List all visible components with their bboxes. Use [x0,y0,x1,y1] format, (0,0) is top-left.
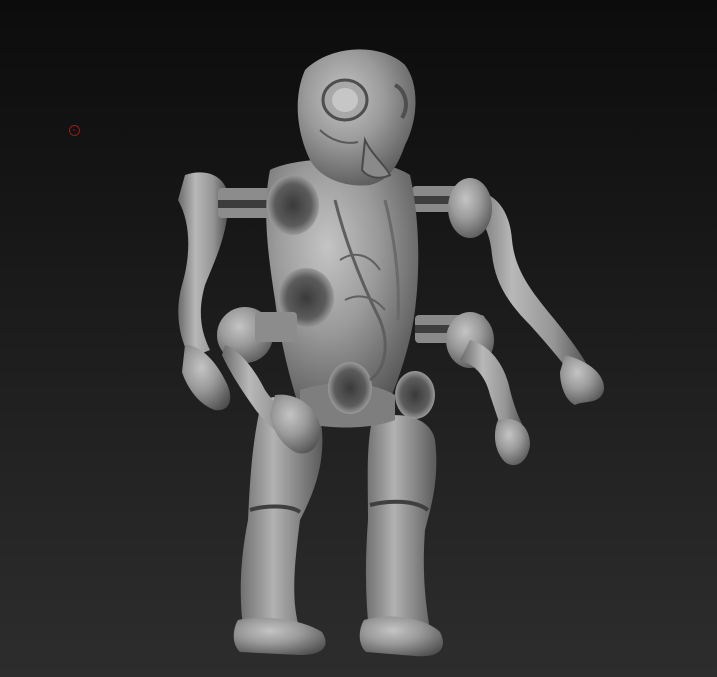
sculpt-viewport[interactable] [0,0,717,677]
sculpted-figure-model[interactable] [0,0,717,677]
right-leg[interactable] [359,415,443,657]
head[interactable] [297,49,416,186]
upper-right-arm[interactable] [412,178,605,405]
torso[interactable] [266,159,435,428]
upper-left-arm[interactable] [178,172,276,411]
